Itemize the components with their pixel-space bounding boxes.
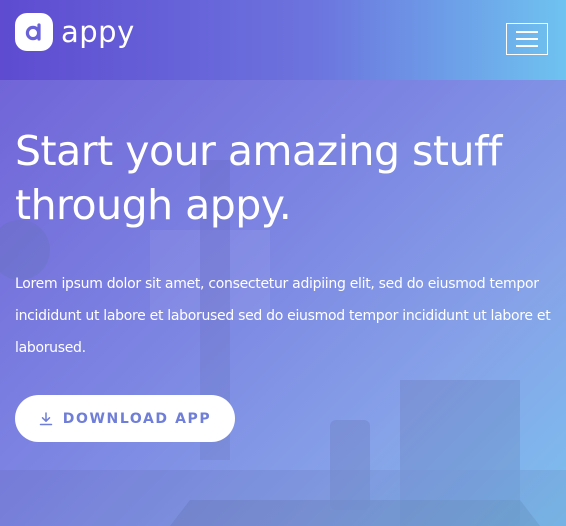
brand-logo[interactable]: appy [15, 13, 135, 51]
app-logo-icon [15, 13, 53, 51]
hamburger-menu-icon [516, 31, 538, 33]
brand-name: appy [61, 15, 135, 49]
download-icon [39, 411, 53, 426]
navbar: appy [0, 0, 566, 80]
hero-headline: Start your amazing stuff through appy. [15, 127, 502, 229]
download-app-button[interactable]: DOWNLOAD APP [15, 395, 235, 442]
menu-toggle-button[interactable] [506, 23, 548, 55]
download-app-label: DOWNLOAD APP [62, 410, 212, 427]
hero-lead-text: Lorem ipsum dolor sit amet, consectetur … [15, 276, 551, 356]
